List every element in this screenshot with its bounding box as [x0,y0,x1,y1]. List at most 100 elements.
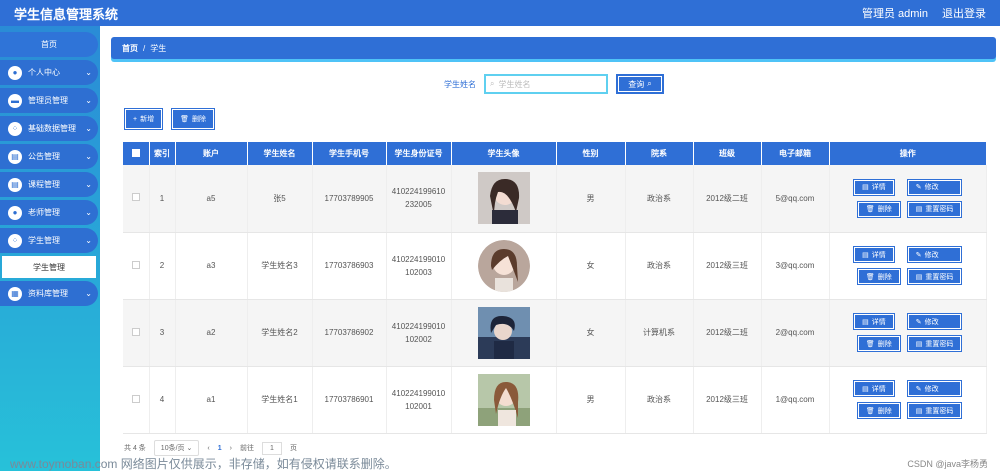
database-icon: ▦ [8,286,22,301]
delete-label: 删除 [877,273,892,281]
column-header: 学生姓名 [247,142,313,165]
reset-label: 重置密码 [925,273,954,281]
cell-name: 学生姓名3 [247,232,313,300]
reset-label: 重置密码 [925,206,954,214]
sidebar-subitem-student-manage[interactable]: 学生管理 [2,256,96,278]
search-button[interactable]: 查询 ⌕ [616,74,664,94]
row-checkbox[interactable] [131,260,140,269]
cell-gender: 男 [556,165,626,233]
delete-button[interactable]: 🗑 删除 [856,402,901,419]
sidebar-item-5[interactable]: ● 老师管理 ⌄ [0,200,98,225]
chevron-down-icon: ⌄ [85,68,92,77]
edit-button[interactable]: ✎ 修改 [906,178,963,196]
sidebar-item-3[interactable]: ▤ 公告管理 ⌄ [0,144,98,169]
reset-label: 重置密码 [925,407,954,415]
cell-name: 学生姓名2 [247,299,313,367]
table-row: 3 a2 学生姓名2 17703786902 410224199010102002 女计算… [123,299,987,367]
trash-icon: 🗑 [865,273,875,281]
reset-password-button[interactable]: ▤ 重置密码 [906,268,963,285]
notice-icon: ▤ [8,149,22,164]
id-card-text: 410224199010102003 [391,254,446,277]
page-size-label: 10条/页 [160,445,185,452]
current-page[interactable]: 1 [218,445,222,452]
edit-button[interactable]: ✎ 修改 [906,246,963,263]
column-header: 学生身份证号 [386,142,452,165]
delete-button-label: 删除 [191,116,206,123]
edit-label: 修改 [924,385,939,393]
detail-icon: ▤ [862,184,869,192]
sidebar-item-6[interactable]: ⁘ 学生管理 ⌄ [0,228,98,253]
search-icon: ⌕ [647,79,652,88]
detail-button[interactable]: ▤ 详情 [853,178,895,196]
row-select-cell[interactable] [123,165,150,233]
grid-icon: ⁘ [8,121,22,136]
row-select-cell[interactable] [123,366,150,434]
prev-page-button[interactable]: ‹ [207,445,209,452]
sidebar-item-0[interactable]: ● 个人中心 ⌄ [0,60,98,85]
detail-label: 详情 [871,251,886,259]
cell-avatar [451,232,557,300]
next-page-button[interactable]: › [230,445,232,452]
row-checkbox[interactable] [131,193,140,202]
sidebar-item-label: 个人中心 [28,68,60,77]
sidebar-item-label: 老师管理 [28,208,60,217]
row-select-cell[interactable] [123,299,150,367]
goto-page-input[interactable]: 1 [261,441,282,455]
book-icon: ▤ [8,177,22,192]
id-card-text: 410224199610232005 [391,187,446,210]
goto-label: 前往 [239,445,254,452]
delete-button[interactable]: 🗑 删除 [856,335,901,352]
sidebar-item-1[interactable]: ▬ 管理员管理 ⌄ [0,88,98,113]
trash-icon: 🗑 [180,116,189,123]
page-size-select[interactable]: 10条/页 ⌄ [153,440,200,456]
key-icon: ▤ [915,206,923,214]
sidebar-item-label: 公告管理 [28,152,60,161]
cell-operations: ▤ 详情 ✎ 修改 🗑 删除 ▤ 重置密码 [829,232,987,300]
detail-button[interactable]: ▤ 详情 [853,380,895,397]
sidebar-item-database[interactable]: ▦ 资料库管理 ⌄ [0,281,98,306]
chevron-down-icon: ⌄ [85,96,92,105]
cell-account: a3 [175,232,248,300]
cell-phone: 17703786902 [312,299,387,367]
cell-class: 2012级三班 [693,366,762,434]
column-header: 学生手机号 [312,142,387,165]
table-row: 2 a3 学生姓名3 17703786903 410224199010102003 女政治… [123,232,987,300]
add-button-label: 新增 [140,116,155,123]
cell-email: 5@qq.com [761,165,830,233]
edit-label: 修改 [924,318,939,326]
row-checkbox[interactable] [131,394,140,403]
sidebar-item-home[interactable]: 首页 [0,32,98,57]
reset-password-button[interactable]: ▤ 重置密码 [906,335,963,352]
row-select-cell[interactable] [123,232,150,300]
row-checkbox[interactable] [131,327,140,336]
delete-button[interactable]: 🗑 删除 [856,268,901,285]
admin-user-label[interactable]: 管理员 admin [862,5,928,21]
cell-dept: 政治系 [625,165,694,233]
column-header: 性别 [556,142,626,165]
reset-password-button[interactable]: ▤ 重置密码 [906,200,963,218]
cell-class: 2012级二班 [693,165,762,233]
edit-button[interactable]: ✎ 修改 [906,380,963,397]
reset-password-button[interactable]: ▤ 重置密码 [906,402,963,419]
select-all-header[interactable] [123,142,150,165]
search-bar: 学生姓名 ⌕ 学生姓名 查询 ⌕ [444,74,664,94]
sidebar-item-4[interactable]: ▤ 课程管理 ⌄ [0,172,98,197]
breadcrumb-home[interactable]: 首页 [122,43,138,54]
add-button[interactable]: + 新增 [124,108,164,130]
table-row: 4 a1 学生姓名1 17703786901 410224199010102001 男政治… [123,366,987,434]
cell-avatar [451,165,557,233]
detail-button[interactable]: ▤ 详情 [853,246,895,263]
sidebar-item-2[interactable]: ⁘ 基础数据管理 ⌄ [0,116,98,141]
teacher-icon: ● [8,205,22,220]
edit-button[interactable]: ✎ 修改 [906,313,963,330]
top-bar: 学生信息管理系统 管理员 admin 退出登录 [0,0,1000,26]
logout-link[interactable]: 退出登录 [942,5,986,21]
delete-button[interactable]: 🗑 删除 [856,200,901,218]
chevron-down-icon: ⌄ [186,445,193,452]
cell-account: a2 [175,299,248,367]
select-all-checkbox[interactable] [131,148,140,157]
chevron-down-icon: ⌄ [85,124,92,133]
detail-button[interactable]: ▤ 详情 [853,313,895,330]
batch-delete-button[interactable]: 🗑 删除 [171,108,215,130]
search-input[interactable]: ⌕ 学生姓名 [484,74,608,94]
